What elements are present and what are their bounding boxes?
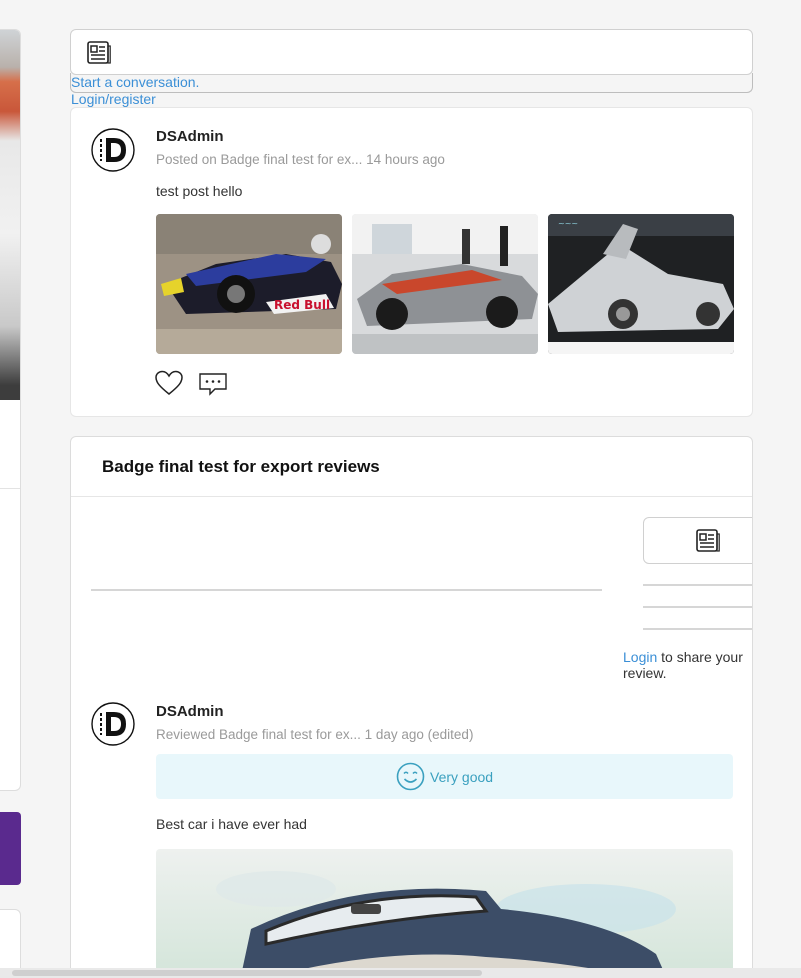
review-meta: Reviewed Badge final test for ex... 1 da… <box>156 727 474 742</box>
horizontal-scrollbar[interactable] <box>0 968 801 978</box>
svg-text:Red Bull: Red Bull <box>274 298 330 312</box>
review-composer[interactable] <box>643 517 752 564</box>
silver-supercar-photo[interactable]: ~~~ <box>548 214 734 354</box>
login-link[interactable]: Login <box>623 649 657 665</box>
reviews-title: Badge final test for export reviews <box>102 457 380 476</box>
svg-text:~~~: ~~~ <box>558 219 578 228</box>
login-register-link[interactable]: Login/register <box>71 91 156 107</box>
rating-summary-line <box>91 589 602 591</box>
grey-sports-car-photo[interactable] <box>352 214 538 354</box>
divider <box>71 496 752 497</box>
post-card: DSAdmin Posted on Badge final test for e… <box>70 107 753 417</box>
smile-icon <box>396 762 425 791</box>
post-body: test post hello <box>156 183 243 199</box>
divider <box>643 606 752 608</box>
side-photo <box>0 30 20 400</box>
reviews-card: Badge final test for export reviews Logi… <box>70 436 753 978</box>
avatar[interactable] <box>91 702 135 746</box>
news-icon <box>696 529 720 552</box>
review-author[interactable]: DSAdmin <box>156 703 224 720</box>
post-author[interactable]: DSAdmin <box>156 128 224 145</box>
red-bull-race-car-photo[interactable]: Red Bull <box>156 214 342 354</box>
divider <box>643 584 752 586</box>
divider <box>0 488 20 489</box>
comment-icon[interactable] <box>198 372 228 396</box>
divider <box>643 628 752 630</box>
side-banner[interactable] <box>0 812 21 885</box>
rating-label: Very good <box>430 769 494 785</box>
news-icon <box>87 41 111 64</box>
composer-input[interactable] <box>70 29 753 75</box>
avatar[interactable] <box>91 128 135 172</box>
post-meta: Posted on Badge final test for ex... 14 … <box>156 152 445 167</box>
heart-icon[interactable] <box>155 370 183 396</box>
review-body: Best car i have ever had <box>156 816 307 832</box>
start-conversation-link[interactable]: Start a conversation. <box>71 74 199 90</box>
classic-convertible-photo[interactable] <box>156 849 733 978</box>
rating-badge: Very good <box>156 754 733 799</box>
scrollbar-thumb[interactable] <box>12 970 482 976</box>
share-review-prompt: Login to share your review. <box>623 649 752 681</box>
left-side-card <box>0 29 21 791</box>
